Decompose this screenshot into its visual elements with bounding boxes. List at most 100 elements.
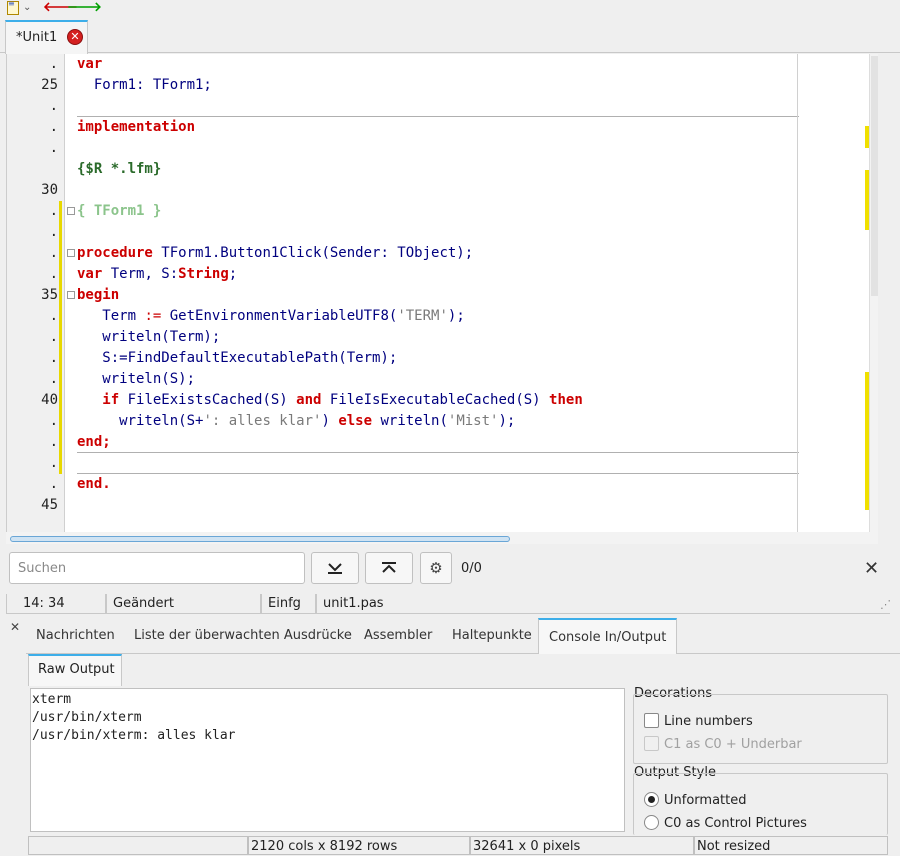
code-line: if FileExistsCached(S) and FileIsExecuta… (77, 392, 583, 408)
close-panel-icon[interactable]: ✕ (10, 620, 20, 634)
fold-icon[interactable] (67, 291, 75, 299)
code-line: begin (77, 287, 120, 303)
search-options-button[interactable]: ⚙ (420, 552, 452, 584)
tab-console-io[interactable]: Console In/Output (538, 618, 678, 654)
code-line: procedure TForm1.Button1Click(Sender: TO… (77, 245, 474, 261)
c0-radio[interactable] (644, 815, 659, 830)
line-number: . (49, 56, 58, 72)
line-number: . (49, 308, 58, 324)
tab-unit1-label: *Unit1 (16, 30, 58, 45)
fold-icon[interactable] (67, 207, 75, 215)
line-number: . (49, 266, 58, 282)
console-line: /usr/bin/xterm (32, 710, 142, 725)
line-number: . (49, 224, 58, 240)
line-numbers-label: Line numbers (664, 714, 753, 729)
arrow-down-to-line-icon (328, 563, 342, 574)
code-line: end; (77, 434, 111, 450)
code-line: {$R *.lfm} (77, 161, 162, 177)
editor-tab-bar: *Unit1 ✕ (0, 18, 900, 54)
decorations-group (633, 694, 888, 764)
console-line: xterm (32, 692, 72, 707)
line-number: . (49, 476, 58, 492)
line-number: . (49, 98, 58, 114)
line-number: . (49, 119, 58, 135)
file-name: unit1.pas (316, 594, 890, 614)
search-hit-count: 0/0 (461, 561, 482, 576)
line-number: 45 (41, 497, 58, 513)
horizontal-scroll-thumb[interactable] (10, 536, 510, 542)
c1-checkbox[interactable] (644, 736, 659, 751)
code-line: writeln(Term); (77, 329, 221, 345)
tab-nachrichten[interactable]: Nachrichten (26, 618, 125, 654)
code-line: end. (77, 476, 111, 492)
vertical-scroll-thumb[interactable] (871, 56, 878, 296)
code-line: var Term, S:String; (77, 266, 238, 282)
code-line: writeln(S+': alles klar') else writeln('… (77, 413, 516, 429)
console-sub-tabs: Raw Output (26, 654, 900, 686)
line-number: . (49, 371, 58, 387)
right-margin-line (797, 54, 798, 532)
tab-assembler[interactable]: Assembler (354, 618, 442, 654)
code-line: Term := GetEnvironmentVariableUTF8('TERM… (77, 308, 465, 324)
line-number-gutter: . 25 . . . 30 . . . . 35 . . . . 40 . . … (7, 54, 65, 532)
code-line: var (77, 56, 103, 72)
line-number: . (49, 434, 58, 450)
line-number: . (49, 350, 58, 366)
c1-label: C1 as C0 + Underbar (664, 737, 802, 752)
tab-raw-output[interactable]: Raw Output (28, 654, 122, 686)
arrow-right-icon[interactable]: 🡒 (67, 0, 102, 16)
line-number: 30 (41, 182, 58, 198)
section-separator (77, 473, 799, 474)
console-output[interactable]: xterm /usr/bin/xterm /usr/bin/xterm: all… (30, 688, 625, 832)
console-line: /usr/bin/xterm: alles klar (32, 728, 236, 743)
c0-label: C0 as Control Pictures (664, 816, 807, 831)
insert-mode: Einfg (261, 594, 316, 614)
resize-grip-icon[interactable]: ⋰ (880, 598, 891, 611)
arrow-up-to-line-icon (382, 562, 396, 573)
line-number: . (49, 329, 58, 345)
status-empty (28, 836, 248, 855)
line-number: 25 (41, 77, 58, 93)
tab-breakpoints[interactable]: Haltepunkte (442, 618, 542, 654)
resize-state: Not resized (694, 836, 888, 855)
line-number: . (49, 413, 58, 429)
code-line: writeln(S); (77, 371, 196, 387)
gear-icon: ⚙ (429, 559, 443, 577)
line-number: 40 (41, 392, 58, 408)
find-previous-button[interactable] (365, 552, 413, 584)
pixels: 32641 x 0 pixels (470, 836, 694, 855)
cols-rows: 2120 cols x 8192 rows (248, 836, 470, 855)
search-input[interactable] (9, 552, 305, 584)
modified-state: Geändert (106, 594, 261, 614)
code-line: { TForm1 } (77, 203, 162, 219)
debug-tab-bar: Nachrichten Liste der überwachten Ausdrü… (26, 618, 900, 654)
code-editor[interactable]: . 25 . . . 30 . . . . 35 . . . . 40 . . … (6, 54, 878, 532)
search-bar: ⚙ 0/0 ✕ (0, 546, 900, 592)
tab-unit1[interactable]: *Unit1 ✕ (5, 20, 88, 54)
tab-watches[interactable]: Liste der überwachten Ausdrücke (124, 618, 362, 654)
code-line: implementation (77, 119, 196, 135)
line-numbers-checkbox[interactable] (644, 713, 659, 728)
line-number: 35 (41, 287, 58, 303)
close-icon[interactable]: ✕ (864, 558, 879, 579)
top-toolbar: ≡ ⌄ 🡐 🡒 (0, 0, 900, 18)
change-marker (59, 201, 62, 474)
close-tab-icon[interactable]: ✕ (67, 29, 83, 45)
line-number: . (49, 140, 58, 156)
horizontal-scrollbar[interactable] (6, 532, 878, 544)
unformatted-label: Unformatted (664, 793, 747, 808)
code-line: Form1: TForm1; (77, 77, 212, 93)
unformatted-radio[interactable] (644, 792, 659, 807)
fold-icon[interactable] (67, 249, 75, 257)
chevron-down-icon[interactable]: ⌄ (23, 0, 31, 16)
vertical-scrollbar[interactable] (869, 54, 878, 532)
debug-panel: ✕ Nachrichten Liste der überwachten Ausd… (0, 616, 900, 855)
document-list-icon[interactable]: ≡ (7, 0, 19, 15)
console-status-bar: 2120 cols x 8192 rows 32641 x 0 pixels N… (26, 836, 900, 855)
line-number: . (49, 203, 58, 219)
code-line: S:=FindDefaultExecutablePath(Term); (77, 350, 398, 366)
line-number: . (49, 245, 58, 261)
find-next-button[interactable] (311, 552, 359, 584)
line-number: . (49, 455, 58, 471)
editor-status-bar: 14: 34 Geändert Einfg unit1.pas ⋰ (6, 594, 891, 614)
